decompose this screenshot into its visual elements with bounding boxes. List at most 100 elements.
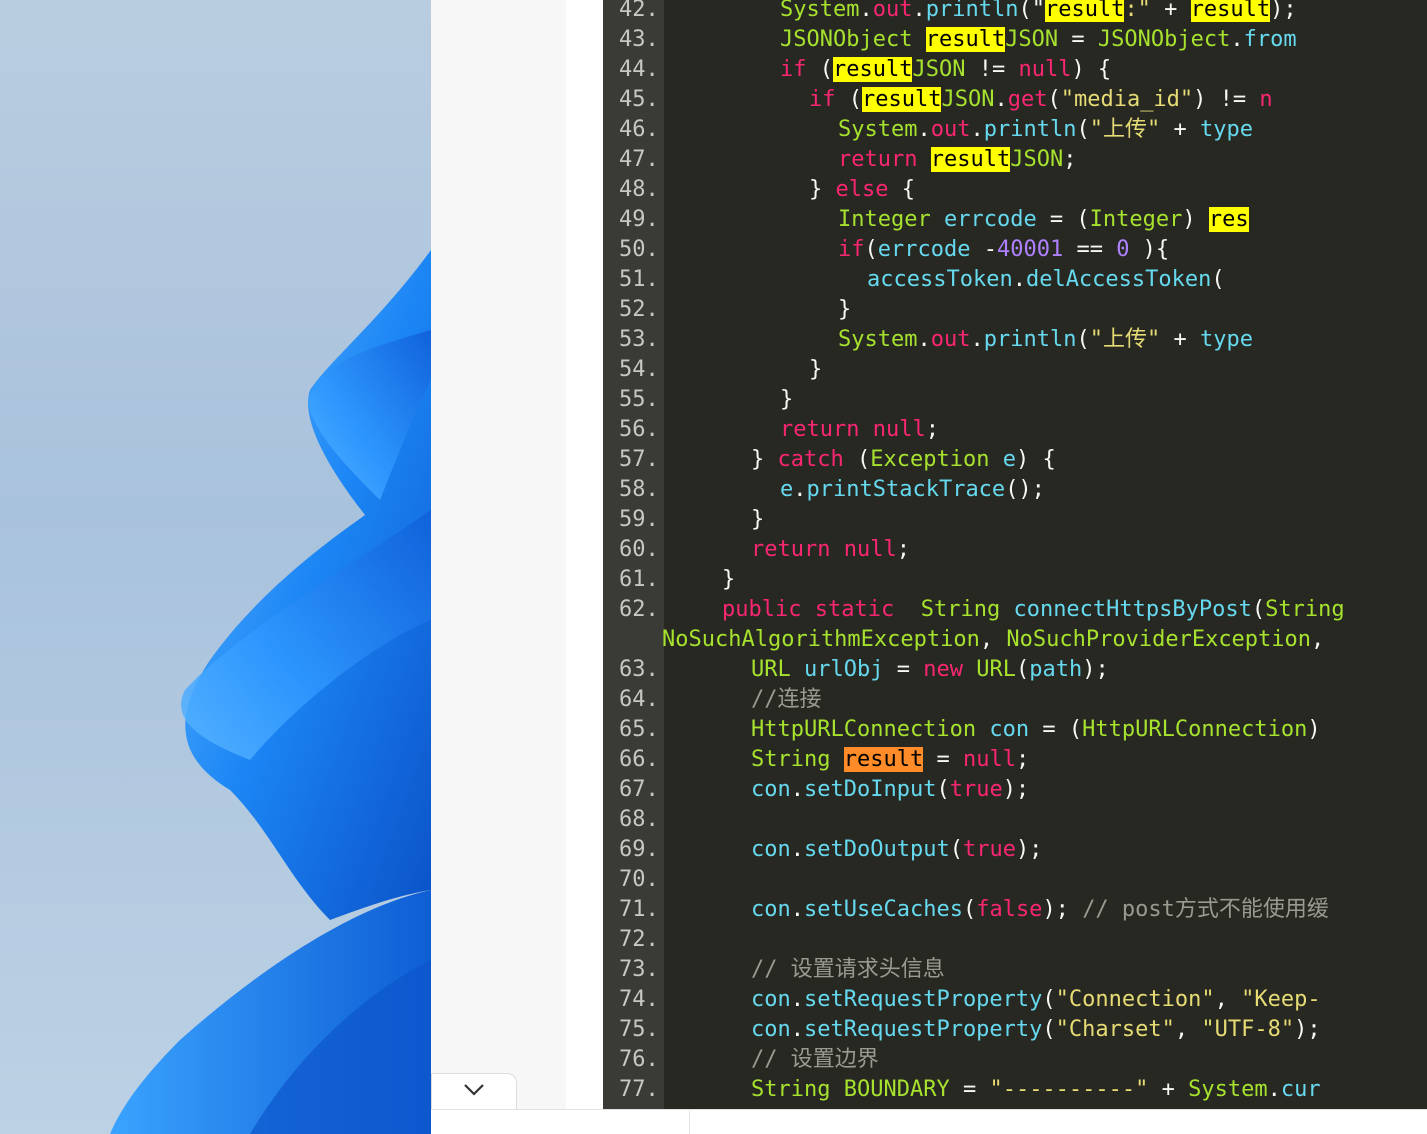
code-token: System <box>838 327 918 352</box>
code-text: //连接 <box>751 685 822 715</box>
code-token: "上传" <box>1089 117 1161 142</box>
code-line: 62. public static String connectHttpsByPo… <box>603 595 1427 625</box>
line-number: 77. <box>619 1077 659 1102</box>
code-text: System.out.println("上传" + type <box>838 325 1253 355</box>
code-token: String <box>751 747 831 772</box>
code-token: return <box>838 147 918 172</box>
code-token: println <box>983 327 1077 352</box>
code-line: 70. <box>603 865 1427 895</box>
code-token: "Charset" <box>1055 1017 1175 1042</box>
code-token: return <box>751 537 831 562</box>
line-number: 49. <box>619 207 659 232</box>
code-token: ; <box>925 417 939 442</box>
code-token: NoSuchProviderException <box>1006 627 1312 652</box>
code-token: "上传" <box>1089 327 1161 352</box>
code-token: . <box>1012 267 1026 292</box>
code-token: System <box>1188 1077 1268 1102</box>
code-token: ); <box>1270 0 1297 22</box>
line-number: 47. <box>619 147 659 172</box>
code-token: , <box>1214 987 1242 1012</box>
code-token: from <box>1243 27 1297 52</box>
code-token: . <box>790 987 804 1012</box>
code-line: 67. con.setDoInput(true); <box>603 775 1427 805</box>
code-token: ); <box>1042 897 1083 922</box>
code-token: ( <box>936 777 950 802</box>
code-token: 0 <box>1116 237 1130 262</box>
line-number: 76. <box>619 1047 659 1072</box>
code-token: get <box>1007 87 1048 112</box>
line-number: 42. <box>619 0 659 22</box>
code-token: = ( <box>1036 207 1090 232</box>
code-line: 55.} <box>603 385 1427 415</box>
code-token: setRequestProperty <box>804 1017 1043 1042</box>
code-text: String result = null; <box>751 745 1029 775</box>
code-token: con <box>751 987 791 1012</box>
code-token: ) { <box>1015 447 1056 472</box>
code-token: . <box>790 897 804 922</box>
code-text: } <box>838 295 851 325</box>
line-number: 46. <box>619 117 659 142</box>
search-match-highlight: result <box>1190 0 1271 22</box>
code-token: (" <box>1018 0 1045 22</box>
code-line: 60. return null; <box>603 535 1427 565</box>
code-text: System.out.println("result:" + result); <box>780 0 1297 25</box>
code-text: con.setDoOutput(true); <box>751 835 1042 865</box>
code-line: 71. con.setUseCaches(false); // post方式不能使… <box>603 895 1427 925</box>
code-text: con.setDoInput(true); <box>751 775 1029 805</box>
code-line: 43. JSONObject resultJSON = JSONObject.fr… <box>603 25 1427 55</box>
code-token: printStackTrace <box>806 477 1006 502</box>
code-token: . <box>790 777 804 802</box>
code-line: 73. // 设置请求头信息 <box>603 955 1427 985</box>
collapse-button[interactable] <box>431 1073 517 1109</box>
code-token: System <box>780 0 860 22</box>
code-token: "Connection" <box>1055 987 1215 1012</box>
code-token: == <box>1063 237 1117 262</box>
code-token: String <box>1265 597 1345 622</box>
code-token: HttpURLConnection <box>1082 717 1308 742</box>
code-token: Integer <box>1089 207 1183 232</box>
line-number: 64. <box>619 687 659 712</box>
code-text: con.setUseCaches(false); // post方式不能使用缓 <box>751 895 1329 925</box>
line-number: 45. <box>619 87 659 112</box>
code-text: } <box>751 505 764 535</box>
code-token: URL <box>751 657 791 682</box>
code-token: , <box>1311 627 1325 652</box>
code-text: HttpURLConnection con = (HttpURLConnecti… <box>751 715 1321 745</box>
code-token: "media_id" <box>1060 87 1194 112</box>
code-text: System.out.println("上传" + type <box>838 115 1253 145</box>
code-text: // 设置请求头信息 <box>751 955 945 985</box>
code-token: 40001 <box>996 237 1064 262</box>
code-text: e.printStackTrace(); <box>780 475 1045 505</box>
code-line: 50. if(errcode -40001 == 0 ){ <box>603 235 1427 265</box>
code-token: ( <box>1042 1017 1056 1042</box>
code-token: ( <box>949 837 963 862</box>
code-text: Integer errcode = (Integer) res <box>838 205 1249 235</box>
code-token: null <box>1018 57 1072 82</box>
code-token: out <box>872 0 913 22</box>
code-line: 51. accessToken.delAccessToken( <box>603 265 1427 295</box>
code-token: . <box>1230 27 1244 52</box>
search-match-highlight: result <box>843 747 924 772</box>
search-match-highlight: result <box>862 87 942 112</box>
code-token: } <box>809 177 836 202</box>
code-token: "Keep- <box>1241 987 1321 1012</box>
code-token: cur <box>1280 1077 1321 1102</box>
code-line: 64. //连接 <box>603 685 1427 715</box>
code-token: // 设置边界 <box>751 1047 879 1072</box>
code-line: 49. Integer errcode = (Integer) res <box>603 205 1427 235</box>
code-token: setRequestProperty <box>804 987 1043 1012</box>
code-token: , <box>979 627 1007 652</box>
line-number: 44. <box>619 57 659 82</box>
code-token: println <box>983 117 1077 142</box>
code-block[interactable]: 42. System.out.println("result:" + result… <box>603 0 1427 1110</box>
code-line: 53. System.out.println("上传" + type <box>603 325 1427 355</box>
code-text: if(errcode -40001 == 0 ){ <box>838 235 1169 265</box>
code-token: if <box>838 237 865 262</box>
code-token: public <box>722 597 802 622</box>
code-token: } <box>780 387 794 412</box>
search-match-highlight: result <box>1044 0 1125 22</box>
page-bottom-bar <box>431 1109 1427 1134</box>
code-token: setDoOutput <box>804 837 950 862</box>
search-match-highlight: res <box>1208 207 1249 232</box>
